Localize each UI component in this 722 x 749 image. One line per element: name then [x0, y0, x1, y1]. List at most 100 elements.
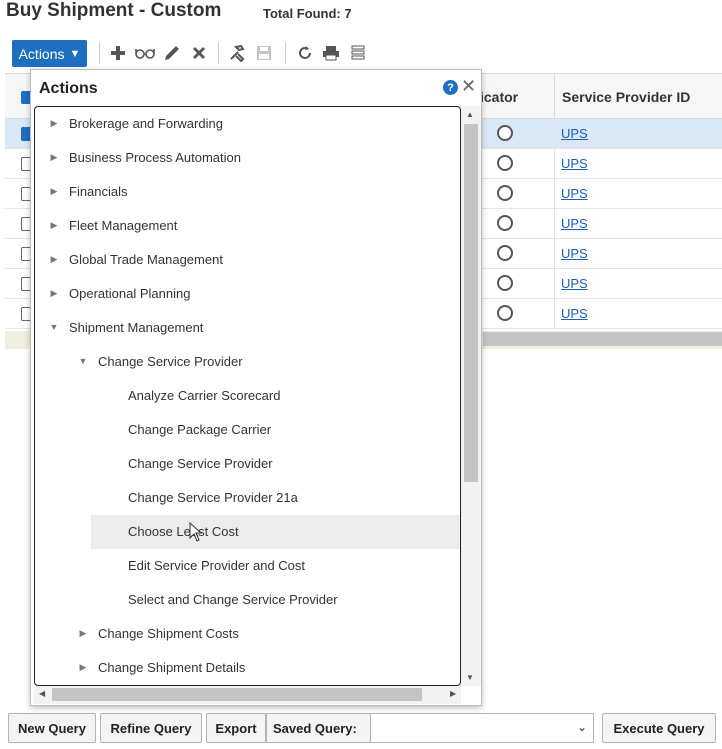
scroll-left-icon[interactable]: ◀ — [39, 689, 45, 698]
tree-item-label: Change Service Provider 21a — [128, 490, 298, 505]
scrollbar-thumb[interactable] — [52, 688, 422, 701]
tree-item[interactable]: ▶ Fleet Management — [35, 209, 460, 243]
triangle-down-icon[interactable]: ▼ — [78, 356, 88, 366]
query-bar: New Query Refine Query Export Saved Quer… — [0, 709, 722, 749]
tree-item-label: Change Shipment Details — [98, 660, 246, 675]
vertical-scrollbar[interactable]: ▲ ▼ — [461, 106, 481, 686]
saved-query-label: Saved Query: — [266, 713, 370, 743]
toolbar-separator — [218, 42, 219, 64]
triangle-down-icon[interactable]: ▼ — [49, 322, 59, 332]
tree-item[interactable]: Analyze Carrier Scorecard — [35, 379, 460, 413]
tree-item-label: Fleet Management — [69, 218, 178, 233]
tree-item-label: Change Package Carrier — [128, 422, 272, 437]
delete-icon[interactable] — [188, 42, 210, 64]
saved-query-select[interactable]: ⌄ — [370, 713, 594, 743]
table-horizontal-scrollbar[interactable] — [483, 332, 722, 346]
service-provider-link[interactable]: UPS — [561, 306, 588, 321]
column-divider — [554, 239, 555, 269]
column-divider — [554, 269, 555, 299]
tree-item-label: Edit Service Provider and Cost — [128, 558, 306, 573]
tree-item[interactable]: ▶ Business Process Automation — [35, 141, 460, 175]
tree-item-label: Analyze Carrier Scorecard — [128, 388, 281, 403]
mouse-cursor-icon — [189, 522, 203, 542]
tree-item[interactable]: Select and Change Service Provider — [35, 583, 460, 617]
column-header-indicator[interactable]: icator — [480, 89, 518, 105]
actions-menu-button[interactable]: Actions ▼ — [12, 40, 87, 67]
service-provider-link[interactable]: UPS — [561, 246, 588, 261]
tree-item-label: Brokerage and Forwarding — [69, 116, 223, 131]
tree-item-label: Financials — [69, 184, 128, 199]
row-radio[interactable] — [497, 185, 513, 201]
page-title: Buy Shipment - Custom — [6, 0, 222, 21]
tree-item[interactable]: Change Service Provider — [35, 447, 460, 481]
tree-item-label: Global Trade Management — [69, 252, 223, 267]
service-provider-link[interactable]: UPS — [561, 276, 588, 291]
tree-item[interactable]: ▶ Global Trade Management — [35, 243, 460, 277]
print-icon[interactable] — [320, 42, 342, 64]
horizontal-scrollbar[interactable]: ◀ ▶ — [34, 686, 461, 704]
tree-item[interactable]: Change Package Carrier — [35, 413, 460, 447]
scroll-down-icon[interactable]: ▼ — [466, 673, 474, 682]
tree-item[interactable]: ▶ Change Shipment Details — [35, 651, 460, 685]
total-found-count: Total Found: 7 — [263, 6, 352, 21]
triangle-right-icon[interactable]: ▶ — [78, 662, 88, 672]
new-query-button[interactable]: New Query — [8, 713, 96, 743]
service-provider-link[interactable]: UPS — [561, 216, 588, 231]
tree-item-label: Choose Least Cost — [128, 524, 239, 539]
triangle-right-icon[interactable]: ▶ — [49, 186, 59, 196]
row-radio[interactable] — [497, 305, 513, 321]
tree-item[interactable]: ▼ Change Service Provider — [35, 345, 460, 379]
scroll-up-icon[interactable]: ▲ — [466, 110, 474, 119]
service-provider-link[interactable]: UPS — [561, 126, 588, 141]
tools-icon[interactable] — [226, 42, 248, 64]
plus-icon[interactable] — [107, 42, 129, 64]
tree-item[interactable]: ▶ Brokerage and Forwarding — [35, 107, 460, 141]
triangle-right-icon[interactable]: ▶ — [49, 118, 59, 128]
glasses-icon[interactable] — [134, 42, 156, 64]
execute-query-button[interactable]: Execute Query — [602, 713, 716, 743]
service-provider-link[interactable]: UPS — [561, 156, 588, 171]
scrollbar-thumb[interactable] — [464, 124, 478, 482]
refine-query-button[interactable]: Refine Query — [100, 713, 202, 743]
tree-item[interactable]: ▶ Financials — [35, 175, 460, 209]
refresh-icon[interactable] — [294, 42, 316, 64]
actions-popup: Actions ? ✕ ▶ Brokerage and Forwarding ▶ Bu… — [30, 69, 482, 706]
export-button[interactable]: Export — [206, 713, 266, 743]
column-divider — [554, 149, 555, 179]
row-radio[interactable] — [497, 245, 513, 261]
tree-item[interactable]: Choose Least Cost — [91, 515, 460, 549]
tree-item[interactable]: Edit Service Provider and Cost — [35, 549, 460, 583]
tree-item[interactable]: ▶ Operational Planning — [35, 277, 460, 311]
column-divider — [554, 299, 555, 329]
column-header-service-provider-id[interactable]: Service Provider ID — [562, 89, 690, 105]
column-divider — [554, 74, 555, 120]
triangle-right-icon[interactable]: ▶ — [49, 220, 59, 230]
triangle-right-icon[interactable]: ▶ — [49, 254, 59, 264]
toolbar-separator — [99, 42, 100, 64]
toolbar-separator — [285, 42, 286, 64]
tree-item-label: Change Service Provider — [98, 354, 243, 369]
triangle-right-icon[interactable]: ▶ — [49, 288, 59, 298]
triangle-right-icon[interactable]: ▶ — [78, 628, 88, 638]
close-icon[interactable]: ✕ — [461, 76, 476, 97]
pencil-icon[interactable] — [161, 42, 183, 64]
scroll-right-icon[interactable]: ▶ — [450, 689, 456, 698]
triangle-right-icon[interactable]: ▶ — [49, 152, 59, 162]
row-radio[interactable] — [497, 215, 513, 231]
service-provider-link[interactable]: UPS — [561, 186, 588, 201]
help-icon[interactable]: ? — [443, 80, 458, 95]
tree-item[interactable]: ▶ Change Shipment Costs — [35, 617, 460, 651]
popup-title: Actions — [39, 80, 98, 97]
row-radio[interactable] — [497, 275, 513, 291]
column-divider — [554, 179, 555, 209]
columns-icon[interactable] — [347, 42, 369, 64]
caret-down-icon: ▼ — [69, 47, 81, 60]
actions-button-label: Actions — [18, 45, 65, 62]
save-icon[interactable] — [253, 42, 275, 64]
row-radio[interactable] — [497, 125, 513, 141]
tree-item-label: Operational Planning — [69, 286, 191, 301]
row-radio[interactable] — [497, 155, 513, 171]
actions-tree: ▶ Brokerage and Forwarding ▶ Business Proce… — [34, 106, 461, 686]
tree-item[interactable]: ▼ Shipment Management — [35, 311, 460, 345]
tree-item[interactable]: Change Service Provider 21a — [35, 481, 460, 515]
